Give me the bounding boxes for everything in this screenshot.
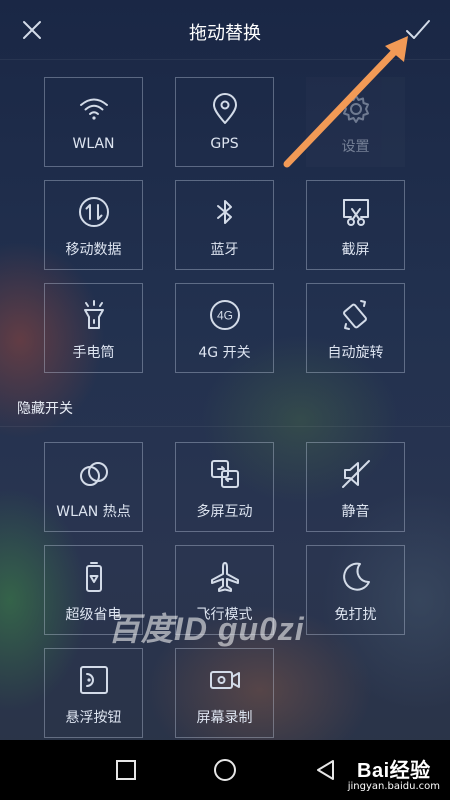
toggle-label: 自动旋转 (327, 345, 384, 361)
toggle-label: 屏幕录制 (196, 710, 253, 726)
toggle-label: WLAN (72, 136, 115, 152)
rotate-icon (339, 298, 373, 332)
toggle-label: 截屏 (341, 242, 370, 258)
navigation-bar: Bai经验 jingyan.baidu.com (0, 740, 450, 800)
page-title: 拖动替换 (189, 23, 261, 44)
active-toggles-grid: WLAN GPS 设置 移动数据 蓝牙 截屏 手电筒 4G 4G 开关 自动旋转 (44, 77, 406, 373)
toggle-wlan[interactable]: WLAN (44, 77, 143, 167)
toggle-floating-button[interactable]: 悬浮按钮 (44, 648, 143, 738)
screen-record-icon (208, 663, 242, 697)
toggle-bluetooth[interactable]: 蓝牙 (175, 180, 274, 270)
section-divider (0, 426, 450, 427)
toggle-label: 手电筒 (72, 345, 115, 361)
hotspot-icon (77, 457, 111, 491)
recents-icon[interactable] (114, 758, 138, 782)
floating-button-icon (77, 663, 111, 697)
screenshot-icon (339, 195, 373, 229)
airplane-icon (208, 560, 242, 594)
toggle-settings[interactable]: 设置 (306, 77, 405, 167)
mute-icon (339, 457, 373, 491)
battery-saver-icon (77, 560, 111, 594)
top-bar: 拖动替换 (0, 0, 450, 60)
gear-icon (339, 92, 373, 126)
toggle-screenshot[interactable]: 截屏 (306, 180, 405, 270)
toggle-screen-record[interactable]: 屏幕录制 (175, 648, 274, 738)
bluetooth-icon (208, 195, 242, 229)
toggle-auto-rotate[interactable]: 自动旋转 (306, 283, 405, 373)
toggle-multi-screen[interactable]: 多屏互动 (175, 442, 274, 532)
check-icon[interactable] (404, 16, 432, 44)
toggle-flashlight[interactable]: 手电筒 (44, 283, 143, 373)
mobile-data-icon (77, 195, 111, 229)
back-icon[interactable] (314, 758, 338, 782)
logo-brand: Bai经验 (357, 760, 431, 782)
svg-text:4G: 4G (216, 309, 232, 323)
toggle-label: GPS (210, 136, 239, 152)
toggle-label: 悬浮按钮 (65, 710, 122, 726)
hidden-section-title: 隐藏开关 (17, 401, 73, 417)
multi-screen-icon (208, 457, 242, 491)
logo-url: jingyan.baidu.com (347, 781, 440, 792)
baidu-jingyan-logo: Bai经验 jingyan.baidu.com (348, 754, 440, 792)
toggle-label: 移动数据 (65, 242, 122, 258)
toggle-label: 设置 (341, 139, 370, 155)
location-pin-icon (208, 92, 242, 126)
flashlight-icon (77, 298, 111, 332)
toggle-label: WLAN 热点 (56, 504, 131, 520)
wifi-icon (77, 92, 111, 126)
toggle-mobile-data[interactable]: 移动数据 (44, 180, 143, 270)
toggle-do-not-disturb[interactable]: 免打扰 (306, 545, 405, 635)
hidden-toggles-grid: WLAN 热点 多屏互动 静音 超级省电 飞行模式 免打扰 悬浮按钮 屏幕录制 (44, 442, 406, 738)
moon-icon (339, 560, 373, 594)
toggle-label: 4G 开关 (198, 345, 251, 361)
home-icon[interactable] (213, 758, 237, 782)
toggle-wlan-hotspot[interactable]: WLAN 热点 (44, 442, 143, 532)
4g-icon: 4G (208, 298, 242, 332)
toggle-gps[interactable]: GPS (175, 77, 274, 167)
toggle-mute[interactable]: 静音 (306, 442, 405, 532)
toggle-label: 静音 (341, 504, 370, 520)
watermark-text: 百度ID gu0zi (108, 611, 305, 647)
toggle-label: 蓝牙 (210, 242, 239, 258)
toggle-label: 免打扰 (334, 607, 377, 623)
toggle-4g[interactable]: 4G 4G 开关 (175, 283, 274, 373)
toggle-label: 多屏互动 (196, 504, 253, 520)
